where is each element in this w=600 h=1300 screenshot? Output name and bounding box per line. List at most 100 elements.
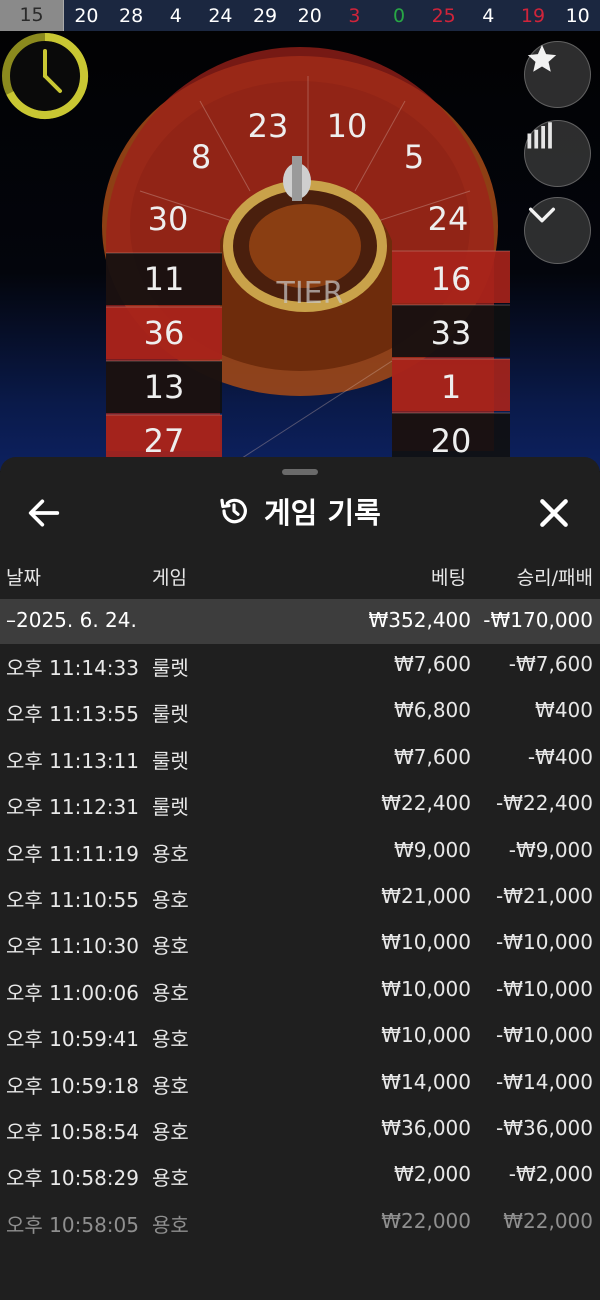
recent-result: 4	[169, 4, 182, 27]
row-bet: ₩22,000	[381, 1208, 471, 1233]
row-result: -₩7,600	[508, 652, 593, 676]
date-group-result-total: -₩170,000	[483, 608, 593, 632]
collapse-button[interactable]	[524, 197, 591, 264]
history-row[interactable]: 오후 11:13:55 룰렛 ₩6,800 ₩400	[0, 693, 600, 739]
sheet-drag-handle[interactable]	[282, 469, 318, 475]
row-game: 용호	[152, 980, 189, 1005]
row-result: -₩2,000	[508, 1162, 593, 1187]
row-bet: ₩14,000	[381, 1069, 471, 1094]
history-row[interactable]: 오후 10:59:18 용호 ₩14,000 -₩14,000	[0, 1065, 600, 1111]
back-button[interactable]	[24, 493, 64, 533]
wheel-logo-text: TIER	[276, 276, 344, 311]
row-result: -₩36,000	[496, 1115, 593, 1140]
clock-icon	[2, 32, 89, 119]
row-bet: ₩2,000	[393, 1162, 471, 1187]
row-game: 룰렛	[152, 795, 189, 820]
row-bet: ₩22,400	[381, 791, 471, 816]
close-button[interactable]	[534, 493, 574, 533]
row-result: -₩22,400	[496, 791, 593, 816]
row-game: 용호	[152, 1166, 189, 1191]
left-column-label: 30	[148, 200, 189, 238]
roulette-scene: 8 23 10 5 30 11 36 13 27 24 16 33 1 20 T…	[0, 31, 600, 471]
recent-result: 3	[348, 4, 361, 27]
row-time: 오후 10:59:41	[6, 1027, 139, 1052]
column-header-result: 승리/패배	[516, 567, 593, 589]
right-column-label: 20	[431, 422, 472, 460]
sector-label: 5	[404, 138, 424, 176]
history-row[interactable]: 오후 11:12:31 룰렛 ₩22,400 -₩22,400	[0, 786, 600, 832]
recent-result: 20	[297, 4, 322, 27]
date-group-row[interactable]: –2025. 6. 24. ₩352,400 -₩170,000	[0, 599, 600, 644]
history-row[interactable]: 오후 10:59:41 용호 ₩10,000 -₩10,000	[0, 1018, 600, 1064]
row-game: 용호	[152, 1027, 189, 1052]
recent-result: 25	[431, 4, 456, 27]
history-row[interactable]: 오후 11:10:30 용호 ₩10,000 -₩10,000	[0, 925, 600, 971]
recent-result: 24	[208, 4, 233, 27]
row-time: 오후 11:13:55	[6, 702, 139, 727]
favorite-button[interactable]	[524, 41, 591, 108]
right-column-label: 24	[428, 200, 469, 238]
history-row[interactable]: 오후 10:58:29 용호 ₩2,000 -₩2,000	[0, 1157, 600, 1203]
star-icon	[527, 44, 557, 72]
row-game: 룰렛	[152, 656, 189, 680]
row-time: 오후 11:13:11	[6, 748, 139, 773]
row-bet: ₩9,000	[393, 837, 471, 862]
recent-result: 4	[482, 4, 495, 27]
row-game: 룰렛	[152, 748, 189, 773]
history-row[interactable]: 오후 10:58:05 용호 ₩22,000 ₩22,000	[0, 1204, 600, 1250]
left-column-label: 11	[144, 260, 185, 298]
sheet-title-group: 게임 기록	[218, 489, 381, 533]
roulette-racetrack: 8 23 10 5 30 11 36 13 27 24 16 33 1 20 T…	[102, 47, 510, 471]
column-header-date: 날짜	[6, 567, 41, 589]
sector-label: 23	[248, 107, 289, 145]
recent-result: 0	[392, 4, 406, 27]
row-game: 용호	[152, 1119, 189, 1144]
history-row[interactable]: 오후 10:58:54 용호 ₩36,000 -₩36,000	[0, 1111, 600, 1157]
row-time: 오후 10:59:18	[6, 1073, 139, 1098]
history-row[interactable]: 오후 11:00:06 용호 ₩10,000 -₩10,000	[0, 972, 600, 1018]
row-result: -₩400	[527, 744, 593, 769]
row-time: 오후 11:10:55	[6, 887, 139, 912]
recent-result: 19	[520, 4, 546, 27]
history-list: 오후 11:14:33 룰렛 ₩7,600 -₩7,600 오후 11:13:5…	[0, 647, 600, 1250]
row-time: 오후 11:12:31	[6, 795, 139, 820]
history-row[interactable]: 오후 11:13:11 룰렛 ₩7,600 -₩400	[0, 740, 600, 786]
sector-label: 10	[327, 107, 368, 145]
row-result: -₩10,000	[496, 976, 593, 1001]
row-time: 오후 11:14:33	[6, 656, 139, 680]
history-row[interactable]: 오후 11:14:33 룰렛 ₩7,600 -₩7,600	[0, 647, 600, 693]
right-column-label: 1	[441, 368, 461, 406]
history-row[interactable]: 오후 11:11:19 용호 ₩9,000 -₩9,000	[0, 833, 600, 879]
recent-result: 28	[119, 4, 144, 27]
history-row[interactable]: 오후 11:10:55 용호 ₩21,000 -₩21,000	[0, 879, 600, 925]
row-game: 용호	[152, 841, 189, 866]
date-group-label: –2025. 6. 24.	[6, 608, 137, 632]
row-game: 용호	[152, 1073, 189, 1098]
left-column-label: 27	[144, 422, 185, 460]
arrow-left-icon	[28, 499, 60, 527]
date-group-bet-total: ₩352,400	[368, 608, 471, 632]
statistics-button[interactable]	[524, 120, 591, 187]
sector-label: 8	[191, 138, 211, 176]
stats-icon	[527, 122, 552, 149]
history-icon	[220, 498, 247, 524]
row-bet: ₩6,800	[393, 698, 471, 723]
row-time: 오후 11:00:06	[6, 980, 139, 1005]
right-column-label: 33	[431, 314, 472, 352]
row-bet: ₩10,000	[381, 976, 471, 1001]
row-bet: ₩7,600	[393, 652, 471, 676]
row-time: 오후 11:11:19	[6, 841, 139, 866]
chevron-down-icon	[528, 207, 556, 223]
close-icon	[540, 499, 568, 527]
row-game: 룰렛	[152, 702, 189, 727]
row-game: 용호	[152, 934, 189, 959]
row-time: 오후 10:58:05	[6, 1212, 139, 1237]
row-result: -₩10,000	[496, 1023, 593, 1048]
column-header-game: 게임	[152, 567, 187, 589]
game-history-sheet: 게임 기록 날짜 게임 베팅 승리/패배 –2025. 6. 24. ₩352,…	[0, 457, 600, 1300]
row-bet: ₩10,000	[381, 1023, 471, 1048]
row-result: -₩14,000	[496, 1069, 593, 1094]
row-result: ₩400	[535, 698, 593, 723]
right-column-label: 16	[431, 260, 472, 298]
row-result: -₩10,000	[496, 930, 593, 955]
